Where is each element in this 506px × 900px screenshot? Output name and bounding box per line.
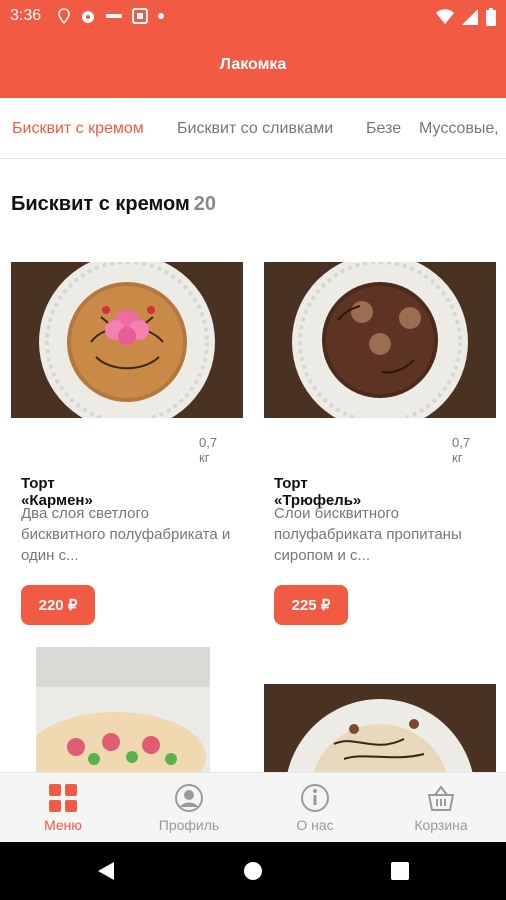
nav-about[interactable]: О нас: [252, 773, 378, 843]
tab-meringue[interactable]: Безе: [366, 120, 401, 138]
basket-icon: [427, 785, 455, 811]
recents-icon[interactable]: [391, 862, 409, 880]
back-icon[interactable]: [96, 861, 116, 881]
price-button[interactable]: 220 ₽: [21, 585, 95, 625]
section-count: 20: [193, 193, 217, 215]
product-image[interactable]: [264, 684, 496, 772]
home-icon[interactable]: [243, 861, 263, 881]
location-icon: [58, 8, 70, 24]
product-weight: 0,7 кг: [199, 435, 218, 465]
tab-biscuit-whipped[interactable]: Бисквит со сливками: [177, 120, 333, 138]
status-bar: 3:36: [0, 0, 506, 32]
cake-illustration: [264, 684, 496, 772]
system-icons: [436, 8, 496, 26]
price-button[interactable]: 225 ₽: [274, 585, 348, 625]
signal-icon: [462, 9, 478, 25]
bottom-navigation: Меню Профиль О нас Корзина: [0, 772, 506, 843]
app-bar: Лакомка: [0, 32, 506, 98]
nav-profile[interactable]: Профиль: [126, 773, 252, 843]
product-description: Слои бисквитного полуфабриката пропитаны…: [274, 505, 462, 564]
notification-icons: [58, 8, 164, 24]
cake-illustration: [36, 647, 210, 772]
app-notification-icon: [82, 11, 94, 23]
grid-icon: [49, 784, 77, 812]
product-description: Два слоя светлого бисквитного полуфабрик…: [21, 505, 231, 564]
battery-icon: [486, 8, 496, 26]
info-icon: [301, 784, 329, 812]
product-image[interactable]: [11, 262, 243, 418]
tab-mousse[interactable]: Муссовые,: [419, 120, 499, 138]
tab-biscuit-cream[interactable]: Бисквит с кремом: [12, 120, 144, 138]
product-weight: 0,7 кг: [452, 435, 471, 465]
nav-about-label: О нас: [296, 817, 334, 833]
nav-cart[interactable]: Корзина: [378, 773, 504, 843]
product-image[interactable]: [264, 262, 496, 418]
wifi-icon: [436, 9, 454, 24]
status-time: 3:36: [10, 7, 42, 24]
cake-illustration: [264, 262, 496, 418]
product-image[interactable]: [36, 647, 210, 772]
dot-icon: [158, 13, 164, 19]
nav-profile-label: Профиль: [158, 817, 220, 833]
section-title: Бисквит с кремом 20: [11, 193, 216, 216]
profile-icon: [175, 784, 203, 812]
system-navigation-bar: [0, 842, 506, 900]
nav-menu[interactable]: Меню: [0, 773, 126, 843]
cake-illustration: [11, 262, 243, 418]
more-dots-icon: [106, 14, 122, 18]
screenshot-icon: [132, 8, 148, 24]
nav-menu-label: Меню: [44, 817, 82, 833]
app-title: Лакомка: [219, 56, 287, 73]
section-name: Бисквит с кремом: [11, 193, 190, 215]
nav-cart-label: Корзина: [414, 817, 468, 833]
category-tabs[interactable]: Бисквит с кремом Бисквит со сливками Без…: [0, 98, 506, 159]
